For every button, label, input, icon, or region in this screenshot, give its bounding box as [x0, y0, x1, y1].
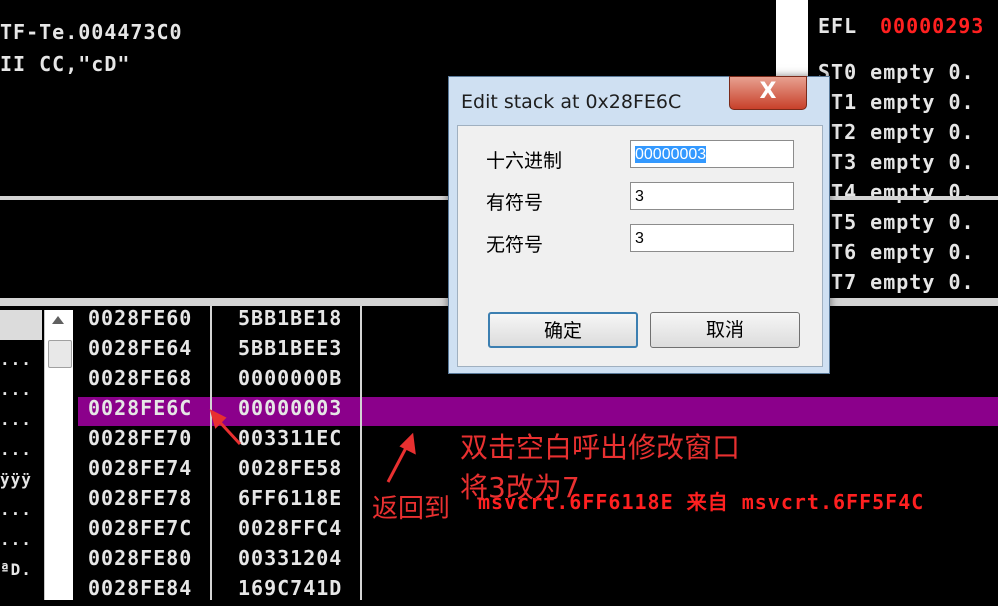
ok-button[interactable]: 确定 — [488, 312, 638, 348]
hex-input[interactable]: 00000003 — [630, 140, 794, 168]
hex-input-value: 00000003 — [635, 146, 707, 163]
cancel-button[interactable]: 取消 — [650, 312, 800, 348]
annotation-instruction: 双击空白呼出修改窗口 — [460, 431, 741, 464]
annotation-instruction-2: 将3改为7 — [460, 471, 580, 504]
unsigned-input[interactable]: 3 — [630, 224, 794, 252]
signed-input[interactable]: 3 — [630, 182, 794, 210]
arrow-to-row — [386, 443, 410, 483]
signed-label: 有符号 — [486, 192, 544, 214]
close-icon[interactable]: X — [729, 76, 807, 110]
dialog-title: Edit stack at 0x28FE6C — [461, 91, 682, 113]
hex-label: 十六进制 — [486, 150, 563, 172]
edit-stack-dialog[interactable]: Edit stack at 0x28FE6C X 十六进制 00000003 有… — [448, 76, 830, 374]
unsigned-label: 无符号 — [486, 234, 544, 256]
annotation-return-to: 返回到 — [372, 494, 451, 524]
dialog-body: 十六进制 00000003 有符号 3 无符号 3 确定 取消 — [457, 125, 823, 367]
